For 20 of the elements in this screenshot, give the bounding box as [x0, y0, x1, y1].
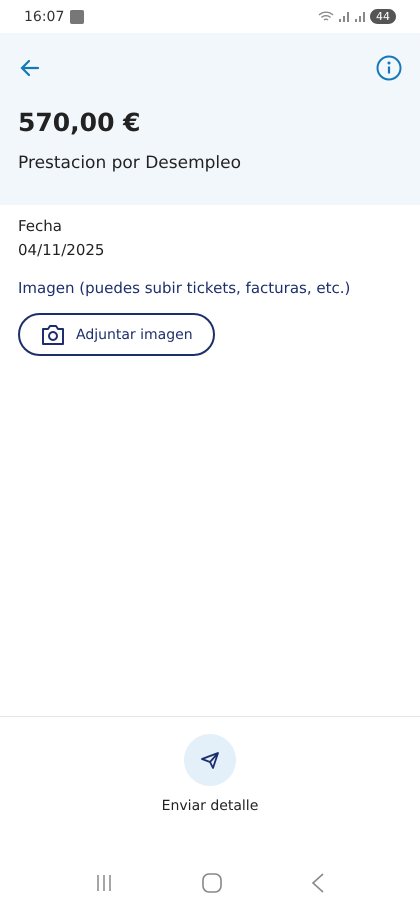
benefit-title: Prestacion por Desempleo: [18, 153, 242, 173]
send-button[interactable]: [184, 734, 236, 786]
info-button[interactable]: [376, 55, 402, 81]
back-nav-button[interactable]: [311, 873, 326, 893]
notification-icon: [70, 10, 84, 24]
wifi-icon: [318, 10, 334, 22]
field-value: 04/11/2025: [18, 241, 106, 259]
amount-text: 570,00 €: [18, 108, 142, 137]
battery-indicator: 44: [370, 9, 396, 24]
camera-icon: [40, 324, 66, 346]
recent-apps-button[interactable]: [94, 874, 113, 892]
home-button[interactable]: [202, 873, 222, 893]
signal-icon: [338, 10, 350, 22]
attach-image-button[interactable]: Adjuntar imagen: [18, 313, 215, 356]
signal-icon: [354, 10, 366, 22]
status-time: 16:07: [24, 8, 64, 24]
send-label: Enviar detalle: [162, 798, 258, 814]
paper-plane-icon: [200, 750, 220, 770]
field-label: Fecha: [18, 217, 63, 235]
section-label: Imagen (puedes subir tickets, facturas, etc.): [18, 279, 352, 297]
